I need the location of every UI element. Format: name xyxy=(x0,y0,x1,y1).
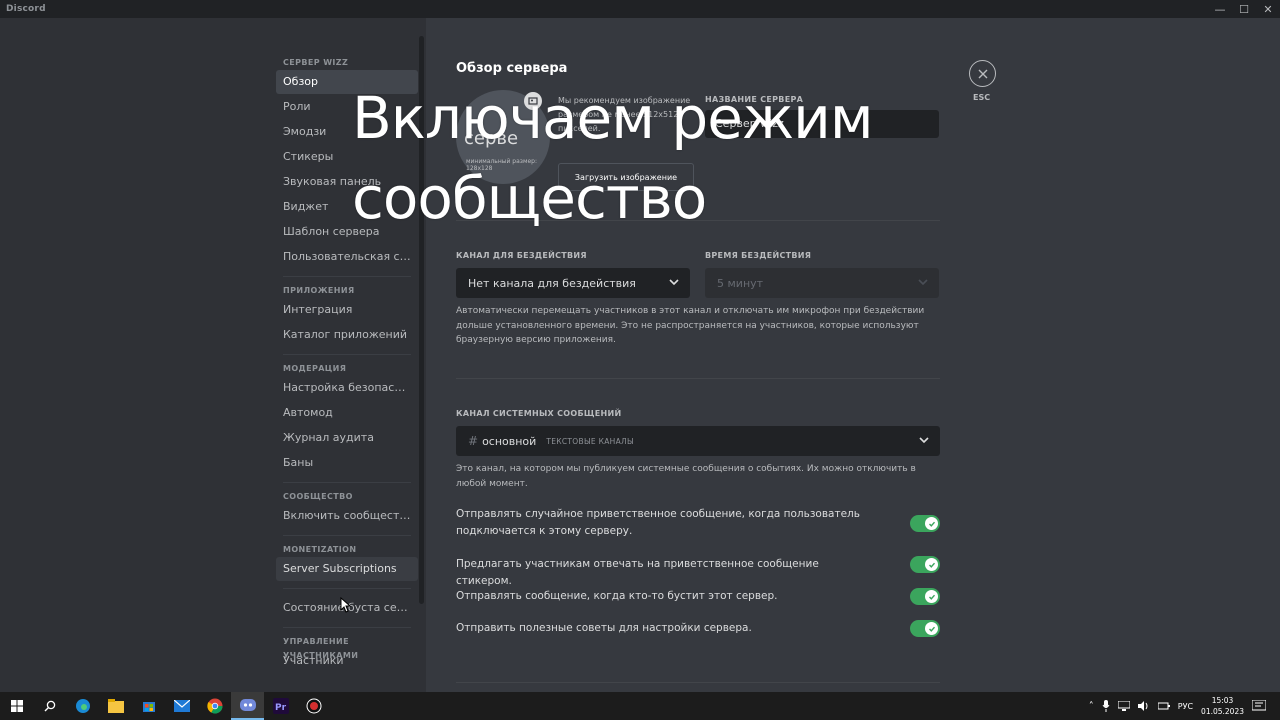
chrome-icon[interactable] xyxy=(198,692,231,720)
sidebar-header-members-management: УПРАВЛЕНИЕ УЧАСТНИКАМИ xyxy=(283,637,359,660)
page-title: Обзор сервера xyxy=(456,61,568,76)
discord-taskbar-icon[interactable] xyxy=(231,692,264,720)
file-explorer-icon[interactable] xyxy=(99,692,132,720)
divider xyxy=(283,482,411,483)
divider xyxy=(456,378,940,379)
battery-icon[interactable] xyxy=(1157,701,1170,711)
chevron-up-icon[interactable]: ˄ xyxy=(1089,701,1094,712)
divider xyxy=(456,682,940,683)
minimize-button[interactable]: — xyxy=(1208,0,1232,18)
volume-icon[interactable] xyxy=(1137,701,1150,711)
sidebar-header-moderation: МОДЕРАЦИЯ xyxy=(283,364,347,373)
windows-start-icon[interactable] xyxy=(0,692,33,720)
check-icon xyxy=(925,590,938,603)
search-icon[interactable] xyxy=(33,692,66,720)
toggle-switch-setup-tips[interactable] xyxy=(910,620,940,637)
sidebar-item-audit-log[interactable]: Журнал аудита xyxy=(276,426,418,450)
sidebar-item-integrations[interactable]: Интеграция xyxy=(276,298,418,322)
sidebar-item-custom-link[interactable]: Пользовательская сс... xyxy=(276,245,418,269)
afk-channel-label: КАНАЛ ДЛЯ БЕЗДЕЙСТВИЯ xyxy=(456,251,587,260)
recorder-icon[interactable] xyxy=(297,692,330,720)
toggle-row-boost-message: Отправлять сообщение, когда кто-то бусти… xyxy=(456,588,940,605)
divider xyxy=(283,276,411,277)
divider xyxy=(283,627,411,628)
check-icon xyxy=(925,558,938,571)
afk-channel-select[interactable]: Нет канала для бездействия xyxy=(456,268,690,298)
sidebar-item-bans[interactable]: Баны xyxy=(276,451,418,475)
afk-description: Автоматически перемещать участников в эт… xyxy=(456,306,925,345)
app-name: Discord xyxy=(6,4,46,14)
toggle-label-setup-tips: Отправить полезные советы для настройки … xyxy=(456,622,752,634)
close-settings-button[interactable] xyxy=(969,60,996,87)
afk-timeout-select[interactable]: 5 минут xyxy=(705,268,939,298)
clock-date: 01.05.2023 xyxy=(1201,707,1244,716)
sidebar-header-server: СЕРВЕР wizz xyxy=(283,58,349,67)
video-caption: Включаем режим сообщество xyxy=(352,78,874,238)
microphone-icon[interactable] xyxy=(1102,700,1110,712)
sidebar-header-community: СООБЩЕСТВО xyxy=(283,492,353,501)
discord-window: Discord — ☐ ✕ СЕРВЕР wizz Обзор Роли Эмо… xyxy=(0,0,1280,720)
mail-icon[interactable] xyxy=(165,692,198,720)
check-icon xyxy=(925,517,938,530)
afk-channel-value: Нет канала для бездействия xyxy=(468,276,636,290)
esc-label: ESC xyxy=(973,93,991,102)
notification-icon[interactable] xyxy=(1252,700,1266,712)
premiere-pro-icon[interactable]: Pr xyxy=(264,692,297,720)
svg-text:Pr: Pr xyxy=(275,703,287,713)
divider xyxy=(283,535,411,536)
window-controls: — ☐ ✕ xyxy=(1208,0,1280,18)
close-window-button[interactable]: ✕ xyxy=(1256,0,1280,18)
chevron-down-icon xyxy=(918,279,928,286)
toggle-row-setup-tips: Отправить полезные советы для настройки … xyxy=(456,620,940,637)
system-channel-label: КАНАЛ СИСТЕМНЫХ СООБЩЕНИЙ xyxy=(456,409,622,418)
system-channel-description: Это канал, на котором мы публикуем систе… xyxy=(456,464,916,489)
edge-icon[interactable] xyxy=(66,692,99,720)
close-icon xyxy=(978,69,987,78)
title-bar: Discord — ☐ ✕ xyxy=(0,0,1280,18)
toggle-label-boost-message: Отправлять сообщение, когда кто-то бусти… xyxy=(456,590,778,602)
check-icon xyxy=(925,622,938,635)
language-indicator[interactable]: РУС xyxy=(1178,702,1193,711)
sidebar-header-monetization: MONETIZATION xyxy=(283,545,357,554)
system-channel-category: ТЕКСТОВЫЕ КАНАЛЫ xyxy=(546,436,634,446)
mouse-cursor-icon xyxy=(340,597,351,613)
toggle-switch-welcome[interactable] xyxy=(910,515,940,532)
sidebar-item-automod[interactable]: Автомод xyxy=(276,401,418,425)
chevron-down-icon xyxy=(669,279,679,286)
toggle-label-sticker-reply: Предлагать участникам отвечать на привет… xyxy=(456,558,819,587)
system-tray: ˄ РУС 15:03 01.05.2023 xyxy=(1089,692,1280,720)
sidebar-item-enable-community[interactable]: Включить сообщество xyxy=(276,504,418,528)
caption-line-1: Включаем режим xyxy=(352,84,874,152)
chevron-down-icon xyxy=(919,437,929,444)
toggle-row-sticker-reply: Предлагать участникам отвечать на привет… xyxy=(456,556,940,587)
hash-icon: # xyxy=(468,434,479,448)
sidebar-item-safety-setup[interactable]: Настройка безопасно... xyxy=(276,376,418,400)
network-icon[interactable] xyxy=(1117,701,1130,711)
divider xyxy=(283,354,411,355)
clock-time: 15:03 xyxy=(1211,696,1234,705)
afk-timeout-value: 5 минут xyxy=(717,276,764,290)
toggle-switch-boost-message[interactable] xyxy=(910,588,940,605)
sidebar-item-app-directory[interactable]: Каталог приложений xyxy=(276,323,418,347)
sidebar-item-server-subscriptions[interactable]: Server Subscriptions xyxy=(276,557,418,581)
toggle-label-welcome: Отправлять случайное приветственное сооб… xyxy=(456,508,860,537)
caption-line-2: сообщество xyxy=(352,164,707,232)
system-channel-name: основной xyxy=(482,434,537,448)
afk-timeout-label: ВРЕМЯ БЕЗДЕЙСТВИЯ xyxy=(705,251,812,260)
system-channel-select[interactable]: # основной ТЕКСТОВЫЕ КАНАЛЫ xyxy=(456,426,940,456)
windows-taskbar: Pr ˄ РУС 15:03 01.05.2023 xyxy=(0,692,1280,720)
sidebar-header-apps: ПРИЛОЖЕНИЯ xyxy=(283,286,355,295)
store-icon[interactable] xyxy=(132,692,165,720)
maximize-button[interactable]: ☐ xyxy=(1232,0,1256,18)
clock[interactable]: 15:03 01.05.2023 xyxy=(1201,695,1244,717)
toggle-switch-sticker-reply[interactable] xyxy=(910,556,940,573)
divider xyxy=(283,588,411,589)
toggle-row-welcome: Отправлять случайное приветственное сооб… xyxy=(456,506,940,542)
